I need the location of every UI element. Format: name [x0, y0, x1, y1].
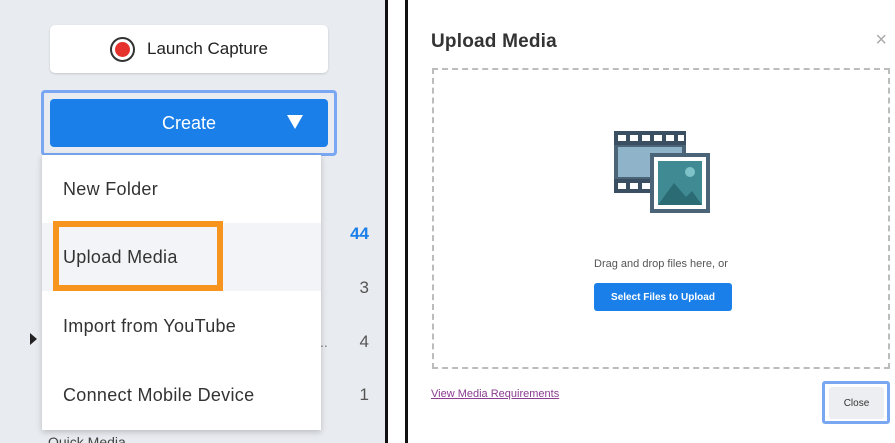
- create-dropdown-menu: New Folder Upload Media Import from YouT…: [42, 155, 321, 430]
- item-count: 1: [359, 385, 369, 404]
- caret-down-icon: [287, 115, 303, 129]
- create-label: Create: [161, 112, 217, 133]
- truncation-ellipsis: ..: [320, 334, 328, 350]
- media-requirements-link[interactable]: View Media Requirements: [431, 388, 559, 400]
- dialog-title: Upload Media: [431, 31, 557, 52]
- close-icon[interactable]: ×: [875, 30, 887, 50]
- upload-media-dialog: Upload Media × Drag and drop files here,…: [405, 0, 895, 443]
- expand-arrow-icon[interactable]: [30, 333, 37, 345]
- menu-item-label: New Folder: [63, 178, 159, 199]
- create-button[interactable]: Create: [50, 99, 328, 147]
- drop-zone[interactable]: Drag and drop files here, or Select File…: [432, 68, 890, 369]
- launch-capture-button[interactable]: Launch Capture: [50, 25, 328, 73]
- left-panel: Launch Capture Create New Folder Upload …: [0, 0, 388, 443]
- menu-item-import-youtube[interactable]: Import from YouTube: [42, 292, 321, 360]
- menu-item-upload-media[interactable]: Upload Media: [42, 223, 321, 291]
- menu-item-label: Upload Media: [63, 246, 178, 267]
- select-files-button[interactable]: Select Files to Upload: [594, 283, 732, 311]
- menu-item-connect-mobile[interactable]: Connect Mobile Device: [42, 361, 321, 429]
- menu-item-label: Connect Mobile Device: [63, 384, 255, 405]
- media-film-image-icon: [614, 131, 710, 213]
- item-count: 3: [359, 278, 369, 297]
- menu-item-new-folder[interactable]: New Folder: [42, 155, 321, 223]
- launch-capture-label: Launch Capture: [147, 39, 268, 58]
- folder-peek[interactable]: Quick Media: [48, 434, 348, 443]
- record-icon: [110, 36, 135, 62]
- item-count: 44: [350, 224, 369, 243]
- menu-item-label: Import from YouTube: [63, 315, 237, 336]
- item-count: 4: [359, 332, 369, 351]
- drop-instructions: Drag and drop files here, or: [594, 258, 728, 270]
- close-button[interactable]: Close: [829, 387, 884, 419]
